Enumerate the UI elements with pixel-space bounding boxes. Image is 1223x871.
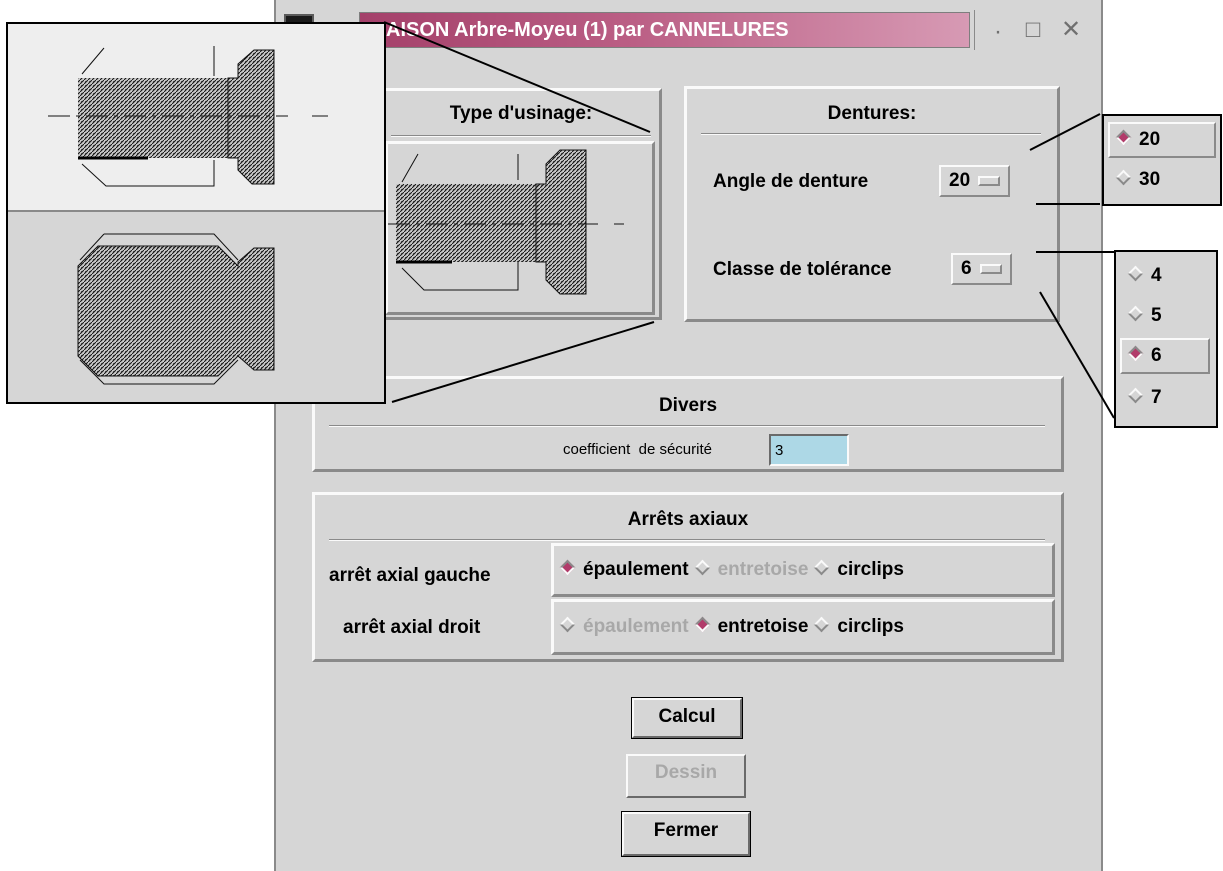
title-divider (974, 10, 975, 50)
tolerance-option-menu[interactable]: 6 (951, 253, 1012, 285)
angle-option-menu[interactable]: 20 (939, 165, 1011, 197)
dentures-panel: Dentures: Angle de denture 20 Classe de … (684, 86, 1060, 322)
option-indicator-icon (979, 263, 1002, 274)
usinage-menu-item-2[interactable] (8, 214, 384, 402)
option-label: 5 (1151, 305, 1162, 326)
option-label: 30 (1139, 169, 1161, 190)
radio-off-icon (814, 617, 830, 633)
dentures-separator (701, 133, 1041, 135)
radio-off-icon (814, 560, 830, 576)
radio-label: épaulement (583, 616, 689, 637)
radio-on-icon (694, 617, 710, 633)
dessin-button[interactable]: Dessin (626, 754, 746, 798)
shaft-type-2-icon (77, 233, 275, 385)
calcul-button[interactable]: Calcul (631, 697, 743, 739)
arrets-separator (329, 539, 1045, 541)
tolerance-option-6[interactable]: 6 (1120, 338, 1210, 374)
radio-off-icon (1127, 306, 1144, 322)
left-epaulement-radio[interactable]: épaulement (554, 559, 689, 580)
usinage-menu-item-1[interactable] (8, 24, 384, 212)
angle-option-20[interactable]: 20 (1108, 122, 1216, 158)
maximize-icon[interactable]: □ (1020, 18, 1046, 42)
radio-on-icon (559, 560, 576, 576)
right-circlips-radio[interactable]: circlips (808, 616, 904, 637)
close-icon[interactable]: ✕ (1058, 18, 1084, 42)
left-circlips-radio[interactable]: circlips (808, 559, 904, 580)
radio-on-icon (1115, 130, 1132, 146)
right-epaulement-radio[interactable]: épaulement (554, 616, 689, 637)
option-label: 4 (1151, 265, 1162, 286)
radio-label: épaulement (583, 559, 689, 580)
title-bar[interactable]: AISON Arbre-Moyeu (1) par CANNELURES · □… (276, 0, 1101, 62)
tolerance-label: Classe de tolérance (713, 259, 892, 280)
option-label: 20 (1139, 129, 1161, 150)
left-stop-label: arrêt axial gauche (329, 565, 491, 586)
usinage-panel: Type d'usinage: (380, 88, 662, 320)
main-window: AISON Arbre-Moyeu (1) par CANNELURES · □… (274, 0, 1103, 871)
radio-label: entretoise (717, 559, 809, 580)
option-label: 7 (1151, 387, 1162, 408)
arrets-panel: Arrêts axiaux arrêt axial gauche épaulem… (312, 492, 1064, 662)
radio-off-icon (1127, 388, 1144, 404)
tolerance-option-7[interactable]: 7 (1120, 380, 1210, 416)
option-indicator-icon (978, 175, 1001, 186)
shaft-drawing-icon (388, 149, 624, 295)
divers-panel: Divers coefficient de sécurité (312, 376, 1064, 472)
radio-label: entretoise (717, 616, 809, 637)
radio-on-icon (1127, 346, 1144, 362)
angle-option-30[interactable]: 30 (1108, 162, 1216, 198)
angle-value: 20 (949, 170, 971, 191)
arrets-title: Arrêts axiaux (627, 509, 749, 530)
fermer-button[interactable]: Fermer (621, 811, 751, 857)
radio-off-icon (694, 560, 710, 576)
safety-label: coefficient de sécurité (563, 441, 712, 458)
usinage-separator (391, 135, 651, 137)
divers-title: Divers (658, 395, 718, 416)
radio-label: circlips (837, 559, 904, 580)
left-stop-radio-group: épaulement entretoise circlips (551, 543, 1055, 597)
left-entretoise-radio[interactable]: entretoise (689, 559, 809, 580)
right-entretoise-radio[interactable]: entretoise (689, 616, 809, 637)
angle-label: Angle de denture (713, 171, 869, 192)
usinage-title: Type d'usinage: (449, 103, 593, 124)
tolerance-value: 6 (961, 258, 972, 279)
minimize-icon[interactable]: · (988, 20, 1008, 44)
divers-separator (329, 425, 1045, 427)
usinage-option-button[interactable] (385, 141, 655, 315)
dentures-title: Dentures: (827, 103, 917, 124)
tolerance-option-4[interactable]: 4 (1120, 258, 1210, 294)
radio-off-icon (559, 617, 576, 633)
radio-off-icon (1127, 266, 1144, 282)
radio-off-icon (1115, 170, 1132, 186)
usinage-menu-popup (6, 22, 386, 404)
window-title: AISON Arbre-Moyeu (1) par CANNELURES (359, 12, 970, 48)
right-stop-label: arrêt axial droit (343, 617, 481, 638)
tolerance-popup-menu: 4 5 6 7 (1114, 250, 1218, 428)
shaft-type-1-icon (48, 46, 328, 187)
angle-popup-menu: 20 30 (1102, 114, 1222, 206)
option-label: 6 (1151, 345, 1162, 366)
radio-label: circlips (837, 616, 904, 637)
right-stop-radio-group: épaulement entretoise circlips (551, 599, 1055, 655)
tolerance-option-5[interactable]: 5 (1120, 298, 1210, 334)
safety-input[interactable] (769, 434, 849, 466)
